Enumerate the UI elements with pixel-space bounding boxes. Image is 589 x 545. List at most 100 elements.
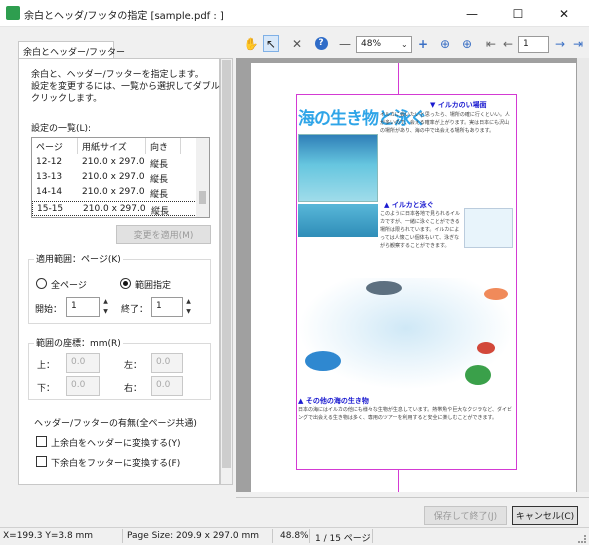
doc-heading-other: ▲ その他の海の生き物	[298, 397, 369, 405]
tab-margin-header-footer[interactable]: 余白とヘッダー/フッター	[18, 41, 125, 59]
row-page: 15-15	[37, 204, 64, 214]
end-label: 終了：	[121, 305, 149, 315]
row-page: 14-14	[36, 187, 63, 197]
zoom-in-icon[interactable]: +	[415, 35, 431, 52]
all-pages-radio[interactable]	[36, 278, 47, 289]
row-orientation: 縦長	[150, 160, 169, 170]
coords-group	[28, 343, 211, 400]
doc-paragraph-2: このように日本各地で見られるイルカですが、一緒に泳ぐことができる場所は限られてい…	[380, 211, 461, 249]
status-page-size: Page Size: 209.9 x 297.0 mm	[127, 531, 259, 541]
row-page: 13-13	[36, 172, 63, 182]
window-title: 余白とヘッダ/フッタの指定 [sample.pdf : ]	[24, 11, 224, 22]
left-label: 左：	[124, 361, 143, 371]
delete-icon[interactable]: ✕	[289, 35, 305, 52]
status-zoom: 48.8%	[280, 531, 309, 541]
top-margin-input[interactable]: 0.0	[66, 353, 100, 373]
apply-changes-button[interactable]: 変更を適用(M)	[116, 225, 211, 244]
next-page-icon[interactable]: →	[552, 35, 568, 52]
maximize-button[interactable]: ☐	[495, 0, 541, 27]
status-coordinates: X=199.3 Y=3.8 mm	[3, 531, 94, 541]
status-separator	[122, 529, 123, 543]
app-icon	[6, 6, 20, 20]
start-label: 開始：	[35, 305, 63, 315]
right-label: 右：	[124, 384, 143, 394]
select-icon[interactable]: ↖	[263, 35, 279, 52]
top-label: 上：	[37, 361, 56, 371]
fish-illustration	[477, 342, 495, 354]
fit-page-icon[interactable]: ⊕	[459, 35, 475, 52]
first-page-icon[interactable]: ⇤	[483, 35, 499, 52]
page-number-input[interactable]: 1	[518, 36, 549, 53]
range-group-title: 適用範囲：ページ(K)	[34, 252, 123, 265]
doc-heading-dolphin: ▼ イルカのい場面	[430, 101, 487, 109]
range-specify-radio[interactable]	[120, 278, 131, 289]
list-item[interactable]: 13-13 210.0 x 297.0 縦長	[32, 170, 197, 185]
bottom-margin-input[interactable]: 0.0	[66, 376, 100, 396]
column-header-paper-size[interactable]: 用紙サイズ	[78, 138, 146, 154]
viewer-scrollbar[interactable]	[577, 58, 589, 492]
divider	[236, 497, 589, 498]
column-header-orientation[interactable]: 向き	[146, 138, 181, 154]
all-pages-label[interactable]: 全ページ	[51, 278, 87, 291]
list-item[interactable]: 14-14 210.0 x 297.0 縦長	[32, 185, 197, 200]
zoom-out-icon[interactable]: —	[337, 35, 353, 52]
footer-convert-label[interactable]: 下余白をフッターに変換する(F)	[51, 456, 180, 469]
row-page: 12-12	[36, 157, 63, 167]
row-size: 210.0 x 297.0	[82, 172, 145, 182]
row-size: 210.0 x 297.0	[83, 204, 146, 214]
list-scrollbar[interactable]	[196, 138, 209, 217]
fit-width-icon[interactable]: ⊕	[437, 35, 453, 52]
doc-paragraph-3: 日本の海にはイルカの他にも様々な生物が生息しています。熱帯魚や巨大なクジラなど、…	[298, 407, 512, 421]
whale-illustration	[366, 281, 402, 295]
panel-scroll-thumb[interactable]	[222, 60, 231, 468]
last-page-icon[interactable]: ⇥	[570, 35, 586, 52]
bottom-label: 下：	[37, 384, 56, 394]
header-convert-checkbox[interactable]	[36, 436, 47, 447]
doc-heading-swim: ▲ イルカと泳ぐ	[384, 201, 434, 209]
left-margin-input[interactable]: 0.0	[151, 353, 183, 373]
island-illustration	[464, 208, 513, 248]
shrimp-illustration	[484, 288, 508, 300]
list-item[interactable]: 12-12 210.0 x 297.0 縦長	[32, 155, 197, 170]
dolphin-illustration	[305, 351, 341, 371]
chevron-down-icon[interactable]: ⌄	[401, 40, 408, 49]
row-size: 210.0 x 297.0	[82, 187, 145, 197]
right-margin-input[interactable]: 0.0	[151, 376, 183, 396]
range-specify-label[interactable]: 範囲指定	[135, 278, 171, 291]
dolphin-photo	[298, 204, 378, 237]
list-label: 設定の一覧(L):	[31, 124, 92, 134]
resize-grip[interactable]	[578, 535, 586, 543]
turtle-illustration	[465, 365, 491, 385]
coords-group-title: 範囲の座標：mm(R)	[34, 336, 123, 349]
close-button[interactable]: ✕	[541, 0, 587, 27]
status-separator	[372, 529, 373, 543]
end-page-input[interactable]: 1	[151, 297, 183, 317]
save-and-exit-button[interactable]: 保存して終了(J)	[424, 506, 507, 525]
start-page-input[interactable]: 1	[66, 297, 100, 317]
cancel-button[interactable]: キャンセル(C)	[512, 506, 578, 525]
row-orientation: 縦長	[151, 207, 170, 217]
row-orientation: 縦長	[150, 190, 169, 200]
status-separator	[309, 529, 310, 543]
header-footer-group-title: ヘッダー/フッターの有無(全ページ共通)	[34, 419, 197, 429]
row-size: 210.0 x 297.0	[82, 157, 145, 167]
list-scroll-thumb[interactable]	[199, 191, 206, 204]
end-spin-arrows[interactable]: ▲ ▼	[184, 297, 193, 317]
row-orientation: 縦長	[150, 175, 169, 185]
help-icon[interactable]: ?	[313, 35, 329, 52]
status-page-count: 1 / 15 ページ	[315, 534, 371, 544]
intro-line-3: クリックします。	[31, 94, 103, 104]
start-spin-arrows[interactable]: ▲ ▼	[101, 297, 110, 317]
minimize-button[interactable]: —	[449, 0, 495, 27]
list-item-selected[interactable]: 15-15 210.0 x 297.0 縦長	[32, 201, 197, 217]
settings-list[interactable]: ページ 用紙サイズ 向き 12-12 210.0 x 297.0 縦長 13-13 2…	[31, 137, 210, 218]
status-separator	[272, 529, 273, 543]
column-header-page[interactable]: ページ	[32, 138, 78, 154]
prev-page-icon[interactable]: ←	[500, 35, 516, 52]
margin-guide-marker	[398, 63, 399, 94]
margin-guide-marker	[398, 470, 399, 492]
header-convert-label[interactable]: 上余白をヘッダーに変換する(Y)	[51, 436, 181, 449]
footer-convert-checkbox[interactable]	[36, 456, 47, 467]
hand-icon[interactable]: ✋	[243, 35, 259, 52]
sea-photo	[298, 134, 378, 202]
